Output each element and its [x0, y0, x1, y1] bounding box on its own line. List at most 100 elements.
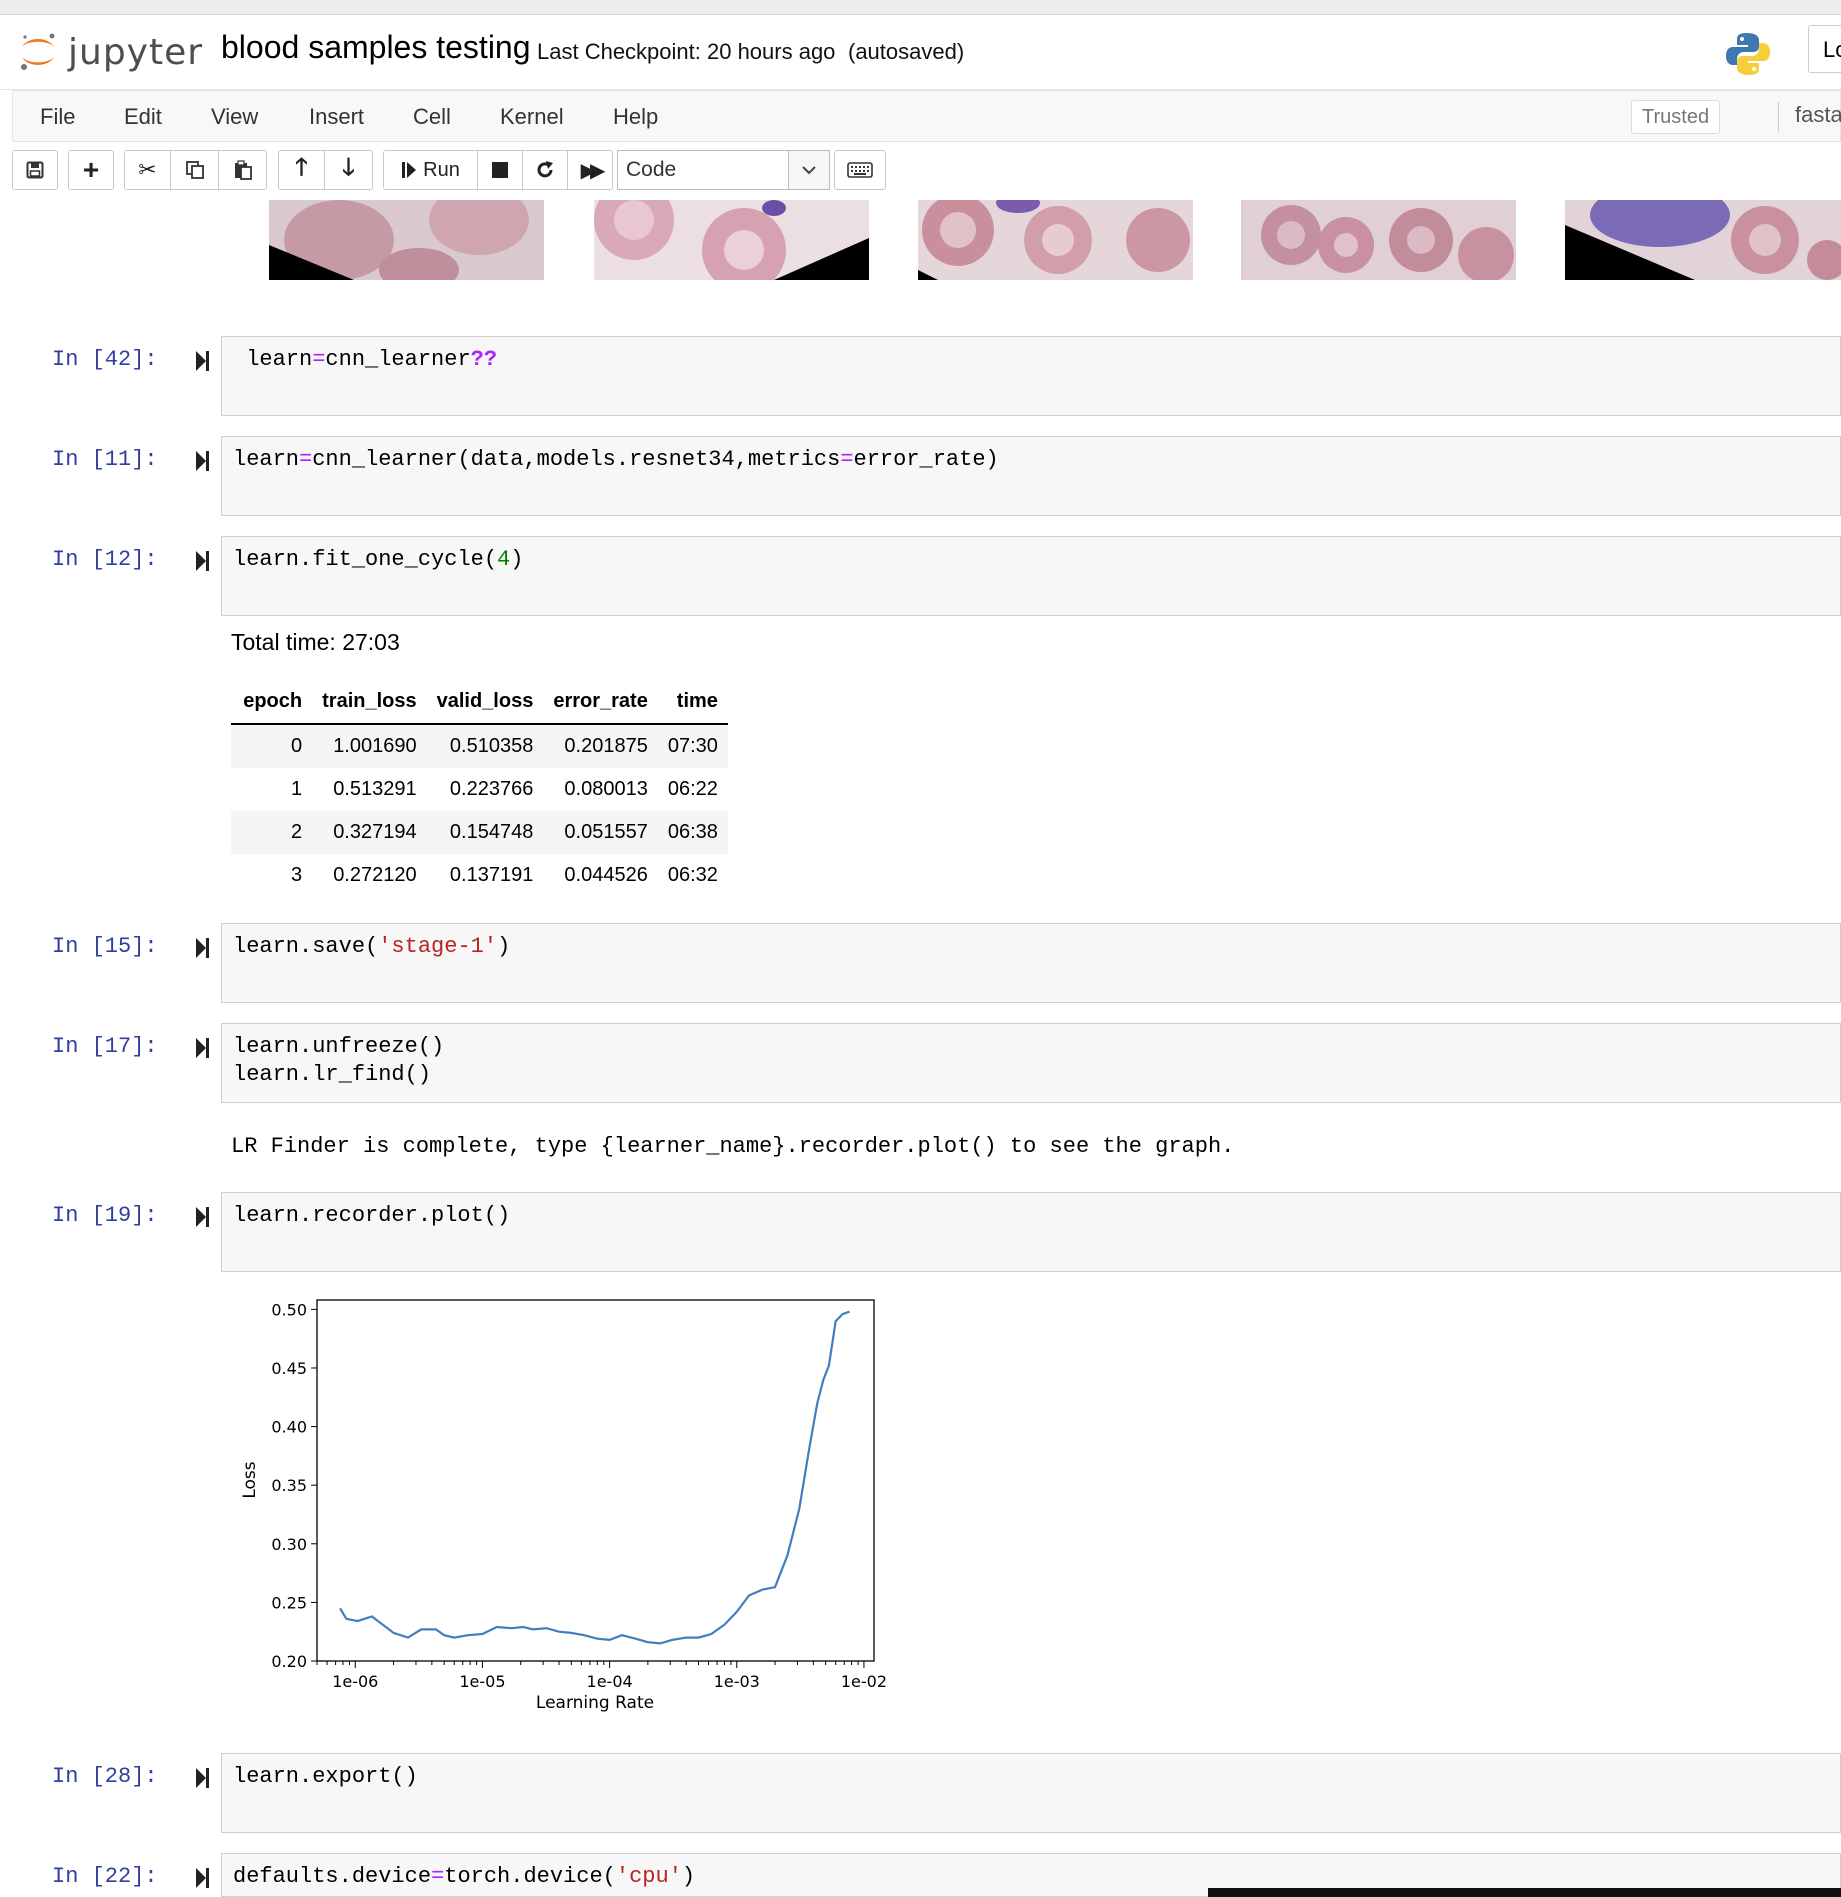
y-tick-label: 0.40 [271, 1418, 307, 1437]
column-header: train_loss [312, 680, 427, 725]
code-text: learn.export() [233, 1764, 418, 1789]
x-tick-label: 1e-05 [459, 1672, 505, 1691]
y-tick-label: 0.35 [271, 1476, 307, 1495]
cell-prompt: In [17]: [52, 1034, 158, 1059]
table-cell: 0 [231, 724, 313, 768]
plot-frame [316, 1299, 875, 1662]
column-header: error_rate [543, 680, 658, 725]
table-row: 2 0.327194 0.154748 0.051557 06:38 [231, 811, 728, 854]
lr-finder-chart: 0.20 0.25 0.30 0.35 0.40 0.45 0.50 1e-06 1e-05 1… [240, 1299, 887, 1713]
stop-icon [492, 162, 508, 178]
menu-kernel[interactable]: Kernel [500, 104, 564, 130]
code-cell[interactable]: learn.unfreeze() learn.lr_find() [221, 1023, 1841, 1103]
menu-insert[interactable]: Insert [309, 104, 364, 130]
interrupt-button[interactable] [477, 150, 523, 190]
table-cell: 1.001690 [312, 724, 427, 768]
move-down-button[interactable]: 🡓 [324, 150, 373, 190]
notebook-title[interactable]: blood samples testing [221, 29, 531, 66]
y-axis-label: Loss [240, 1461, 260, 1498]
keyboard-shortcuts-button[interactable] [834, 150, 886, 190]
total-time-output: Total time: 27:03 [231, 629, 400, 655]
menu-help[interactable]: Help [613, 104, 658, 130]
restart-run-all-button[interactable]: ▶▶ [567, 150, 613, 190]
table-cell: 3 [291, 864, 303, 886]
cell-type-select[interactable]: Code [617, 150, 830, 190]
save-button[interactable] [12, 150, 58, 190]
table-cell: 0.223766 [449, 778, 534, 800]
blood-sample-image [918, 200, 1193, 280]
table-cell: 0.513291 [333, 778, 417, 800]
table-cell: 0.137191 [449, 864, 534, 886]
run-cell-icon[interactable] [195, 450, 211, 472]
step-forward-icon [402, 162, 417, 178]
cut-button[interactable]: ✂ [124, 150, 171, 190]
code-cell[interactable]: learn.fit_one_cycle(4) [221, 536, 1841, 616]
code-cell[interactable]: learn=cnn_learner(data,models.resnet34,m… [221, 436, 1841, 516]
plus-icon: + [82, 154, 100, 185]
paste-button[interactable] [218, 150, 267, 190]
fast-forward-icon: ▶▶ [580, 159, 606, 182]
paste-icon [234, 160, 252, 180]
browser-top-strip [0, 0, 1841, 15]
run-cell-icon[interactable] [195, 1206, 211, 1228]
restart-button[interactable] [522, 150, 568, 190]
run-cell-icon[interactable] [195, 1037, 211, 1059]
x-tick-label: 1e-06 [332, 1672, 378, 1691]
code-text: learn.unfreeze() learn.lr_find() [233, 1034, 445, 1087]
table-cell: 0.272120 [333, 864, 417, 886]
chevron-down-icon [788, 151, 829, 189]
move-up-button[interactable]: 🡑 [278, 150, 325, 190]
code-cell[interactable]: learn.save('stage-1') [221, 923, 1841, 1003]
run-cell-icon[interactable] [195, 937, 211, 959]
code-text: learn=cnn_learner?? [246, 347, 498, 372]
table-header-row: epoch train_loss valid_loss error_rate t… [231, 680, 728, 725]
code-cell[interactable]: learn.recorder.plot() [221, 1192, 1841, 1272]
lr-finder-output: LR Finder is complete, type {learner_nam… [231, 1134, 1235, 1159]
jupyter-wordmark: jupyter [68, 31, 204, 73]
insert-cell-button[interactable]: + [68, 150, 114, 190]
cell-prompt: In [22]: [52, 1864, 158, 1889]
menu-file[interactable]: File [40, 104, 75, 130]
cell-prompt: In [28]: [52, 1764, 158, 1789]
jupyter-logo[interactable]: jupyter [18, 27, 203, 77]
y-tick-label: 0.45 [271, 1359, 307, 1378]
menu-edit[interactable]: Edit [124, 104, 162, 130]
cell-prompt: In [12]: [52, 547, 158, 572]
code-cell[interactable]: learn=cnn_learner?? [221, 336, 1841, 416]
copy-button[interactable] [170, 150, 219, 190]
cell-type-value: Code [626, 158, 677, 181]
table-cell: 2 [231, 811, 313, 854]
cell-prompt: In [11]: [52, 447, 158, 472]
run-cell-icon[interactable] [195, 550, 211, 572]
code-text: learn=cnn_learner(data,models.resnet34,m… [233, 447, 999, 472]
kernel-name[interactable]: fastai_ [1778, 102, 1841, 132]
trusted-indicator[interactable]: Trusted [1631, 100, 1721, 134]
menu-bar: File Edit View Insert Cell Kernel Help T… [12, 90, 1841, 142]
run-button[interactable]: Run [383, 150, 478, 190]
table-cell: 0.080013 [564, 778, 648, 800]
scissors-icon: ✂ [138, 157, 157, 182]
table-cell: 06:38 [657, 811, 728, 854]
blood-sample-image [269, 200, 544, 280]
column-header: time [657, 680, 728, 725]
logout-button[interactable]: Lo [1808, 25, 1841, 73]
menu-view[interactable]: View [211, 104, 258, 130]
table-cell: 07:30 [657, 724, 728, 768]
code-cell[interactable]: learn.export() [221, 1753, 1841, 1833]
menu-cell[interactable]: Cell [413, 104, 451, 130]
bottom-edge-bar [1208, 1888, 1841, 1897]
y-tick-label: 0.25 [271, 1593, 307, 1612]
code-text: learn.save('stage-1') [233, 934, 511, 959]
table-row: 0 1.001690 0.510358 0.201875 07:30 [231, 724, 728, 768]
run-label: Run [423, 158, 460, 181]
run-cell-icon[interactable] [195, 1767, 211, 1789]
cell-prompt: In [19]: [52, 1203, 158, 1228]
x-axis-label: Learning Rate [536, 1693, 654, 1713]
run-cell-icon[interactable] [195, 350, 211, 372]
autosave-status: (autosaved) [848, 39, 965, 64]
blood-sample-image [1241, 200, 1516, 280]
run-cell-icon[interactable] [195, 1867, 211, 1889]
code-text: defaults.device=torch.device('cpu') [233, 1864, 696, 1889]
training-results-table: epoch train_loss valid_loss error_rate t… [231, 680, 728, 897]
table-cell: 0.510358 [426, 724, 544, 768]
